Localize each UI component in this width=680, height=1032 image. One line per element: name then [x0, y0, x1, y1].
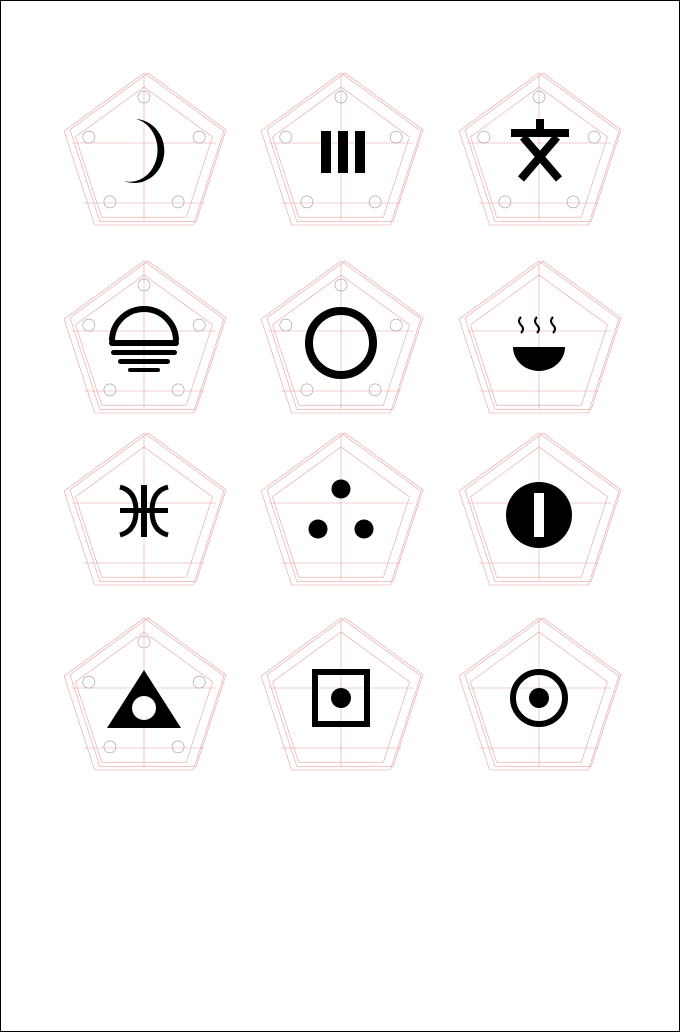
mounting-hole — [498, 195, 512, 209]
mounting-hole — [587, 130, 601, 144]
mounting-hole — [389, 318, 403, 332]
pentagon-tile-drawing — [458, 260, 622, 414]
pentagon-tile-drawing — [260, 432, 424, 586]
three-bars-icon — [321, 131, 365, 173]
mounting-hole — [171, 383, 185, 397]
pentagon-outline-offset — [266, 432, 424, 582]
mounting-hole — [171, 195, 185, 209]
pentagon-tile-drawing — [63, 432, 227, 586]
pentagon-outline-offset — [69, 260, 227, 410]
mounting-hole — [566, 195, 580, 209]
pentagon-tile — [458, 71, 622, 231]
pentagon-outline-offset — [69, 432, 227, 582]
pentagon-tile-drawing — [63, 260, 227, 414]
pentagon-tile — [260, 259, 424, 419]
mounting-hole — [192, 675, 206, 689]
mounting-hole — [192, 130, 206, 144]
mounting-hole — [103, 195, 117, 209]
pentagon-outline-offset — [464, 260, 622, 410]
mounting-hole — [103, 740, 117, 754]
mounting-hole — [368, 383, 382, 397]
pentagon-tile — [260, 71, 424, 231]
wen-character-icon — [511, 119, 569, 182]
pentagon-tile-drawing — [63, 72, 227, 226]
mounting-hole — [279, 318, 293, 332]
triangle-with-dot-icon — [107, 670, 181, 728]
pentagon-tile — [63, 259, 227, 419]
mounting-hole — [171, 740, 185, 754]
pentagon-tile — [458, 616, 622, 776]
pentagon-tile-drawing — [63, 617, 227, 771]
mounting-hole — [368, 195, 382, 209]
disc-with-bar-icon — [506, 482, 572, 548]
pentagon-tile — [458, 259, 622, 419]
mounting-hole — [82, 130, 96, 144]
pentagon-tile — [260, 616, 424, 776]
pentagon-tile-drawing — [260, 617, 424, 771]
pentagon-outline-offset — [69, 72, 227, 222]
pentagon-outline-offset — [266, 260, 424, 410]
mounting-hole — [192, 318, 206, 332]
pentagon-tile — [63, 616, 227, 776]
pentagon-tile — [458, 431, 622, 591]
mounting-hole — [279, 130, 293, 144]
mounting-hole — [103, 383, 117, 397]
pentagon-tile-drawing — [260, 260, 424, 414]
pentagon-outline-offset — [464, 72, 622, 222]
pentagon-tile-drawing — [260, 72, 424, 226]
mounting-hole — [300, 383, 314, 397]
pentagon-tile-drawing — [458, 432, 622, 586]
pentagon-tile — [260, 431, 424, 591]
pentagon-tile — [63, 431, 227, 591]
mounting-hole — [82, 318, 96, 332]
mounting-hole — [300, 195, 314, 209]
mounting-hole — [389, 130, 403, 144]
pentagon-tile-drawing — [458, 617, 622, 771]
mounting-hole — [82, 675, 96, 689]
pentagon-tile — [63, 71, 227, 231]
tifinagh-yaz-icon — [119, 484, 169, 538]
mounting-hole — [477, 130, 491, 144]
template-sheet — [0, 0, 680, 1032]
pentagon-tile-drawing — [458, 72, 622, 226]
